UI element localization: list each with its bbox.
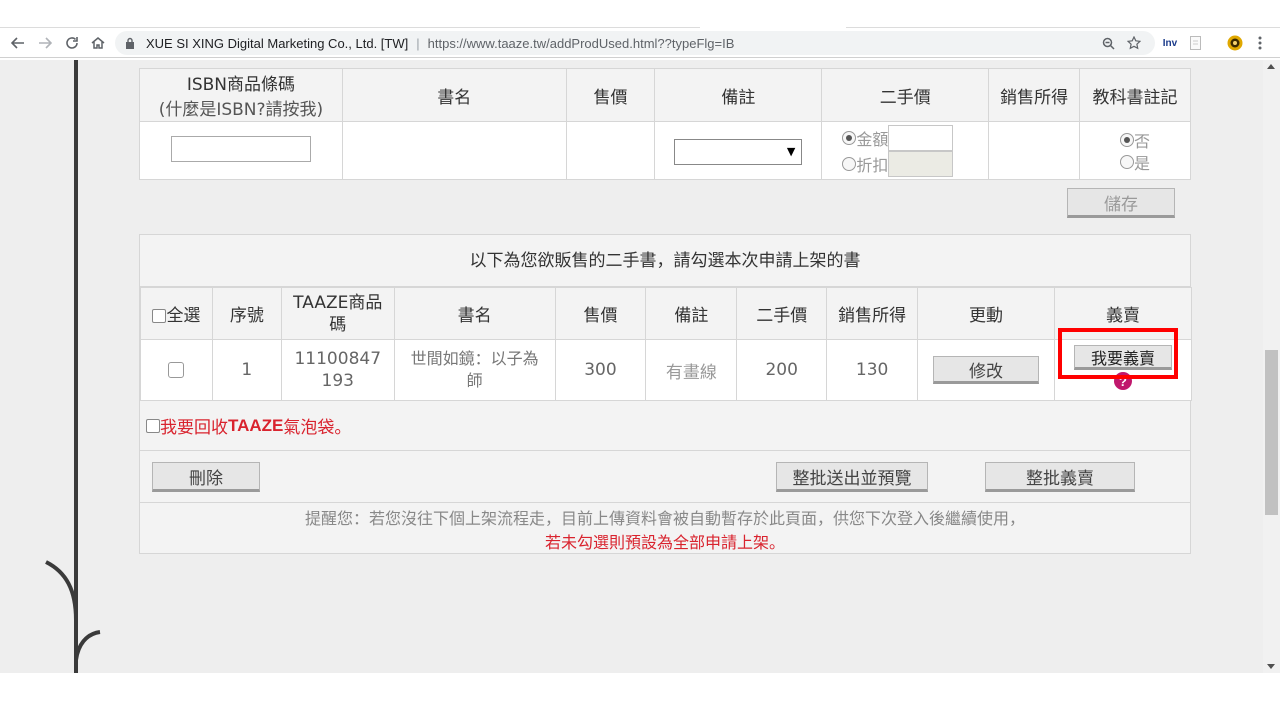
- extension-inv-icon[interactable]: Inv: [1160, 35, 1180, 51]
- reminder-line-1: 提醒您：若您沒往下個上架流程走，目前上傳資料會被自動暫存於此頁面，供您下次登入後…: [304, 509, 1025, 528]
- address-bar[interactable]: XUE SI XING Digital Marketing Co., Ltd. …: [115, 31, 1155, 55]
- browser-toolbar: XUE SI XING Digital Marketing Co., Ltd. …: [0, 28, 1280, 58]
- header-textbook: 教科書註記: [1079, 68, 1191, 122]
- row-select-cell: [140, 339, 213, 401]
- header-sell-price: 售價: [554, 287, 647, 340]
- sell-list-title: 以下為您欲販售的二手書，請勾選本次申請上架的書: [140, 235, 1190, 287]
- discount-radio[interactable]: [842, 156, 857, 171]
- row-sales-income: 130: [826, 339, 919, 401]
- extension-badge-icon[interactable]: [1226, 35, 1244, 51]
- header-select-all: 全選: [140, 287, 213, 340]
- bubble-bag-brand: TAAZE: [228, 415, 284, 435]
- bubble-bag-prefix: 我要回收: [160, 418, 228, 438]
- row-modify-cell: 修改: [917, 339, 1055, 401]
- header-price: 售價: [565, 68, 656, 122]
- amount-radio-label: 金額: [856, 129, 889, 149]
- textbook-yes-label: 是: [1134, 153, 1151, 173]
- sell-list-table: 全選 序號 TAAZE商品碼 書名 售價 備註 二手價 銷售所得 更動 義賣 1…: [140, 287, 1193, 401]
- textbook-yes-radio[interactable]: [1120, 154, 1135, 169]
- scroll-down-arrow-icon[interactable]: [1267, 664, 1275, 669]
- header-isbn: ISBN商品條碼 (什麼是ISBN?請按我): [139, 68, 343, 122]
- forward-arrow-icon[interactable]: [35, 33, 55, 53]
- reload-icon[interactable]: [62, 33, 82, 53]
- bubble-bag-option: 我要回收 TAAZE 氣泡袋。: [146, 413, 351, 438]
- discount-radio-label: 折扣: [856, 155, 889, 175]
- isbn-input[interactable]: [170, 135, 311, 162]
- header-sell-remark: 備註: [645, 287, 738, 340]
- upload-form-table: ISBN商品條碼 (什麼是ISBN?請按我) 書名 售價 備註 二手價 銷售所得…: [139, 68, 1191, 180]
- row-book-title: 世間如鏡：以子為師: [393, 339, 556, 401]
- what-is-isbn-link[interactable]: (什麼是ISBN?請按我): [142, 95, 340, 120]
- sales-income-cell: [988, 121, 1081, 180]
- textbook-cell: 否 是: [1079, 121, 1191, 180]
- table-row: 1 11100847193 世間如鏡：以子為師 300 有畫線 200 130 …: [140, 339, 1193, 401]
- address-separator: |: [416, 35, 420, 51]
- delete-button[interactable]: 刪除: [152, 462, 260, 492]
- tab-strip: [0, 0, 1280, 28]
- reminder-line-2: 若未勾選則預設為全部申請上架。: [544, 533, 785, 552]
- header-remark: 備註: [654, 68, 823, 122]
- save-button[interactable]: 儲存: [1067, 188, 1175, 218]
- highlight-box: [1058, 328, 1178, 379]
- bubble-bag-checkbox[interactable]: [146, 418, 160, 433]
- select-all-checkbox[interactable]: [152, 309, 167, 323]
- bottom-blank-area: [0, 673, 1280, 720]
- remark-cell: ▼: [654, 121, 823, 180]
- decorative-vine-graphic: [45, 60, 101, 673]
- discount-input[interactable]: [888, 150, 954, 177]
- textbook-no-label: 否: [1134, 131, 1151, 151]
- header-used-price: 二手價: [821, 68, 990, 122]
- extension-page-icon[interactable]: [1188, 35, 1202, 51]
- textbook-no-radio[interactable]: [1120, 132, 1135, 147]
- row-taaze-code: 11100847193: [280, 339, 395, 401]
- bookmark-star-icon[interactable]: [1126, 35, 1142, 51]
- used-price-cell: 金額 折扣: [821, 121, 990, 180]
- header-sell-used-price: 二手價: [736, 287, 828, 340]
- zoom-icon[interactable]: [1100, 35, 1116, 51]
- header-sell-income: 銷售所得: [826, 287, 919, 340]
- price-cell: [565, 121, 656, 180]
- bubble-bag-suffix: 氣泡袋。: [283, 418, 352, 438]
- menu-kebab-icon[interactable]: [1254, 35, 1266, 51]
- batch-charity-button[interactable]: 整批義賣: [985, 462, 1135, 492]
- header-taaze-code: TAAZE商品碼: [280, 287, 395, 340]
- page-url: https://www.taaze.tw/addProdUsed.html??t…: [427, 35, 735, 51]
- amount-radio[interactable]: [842, 130, 857, 145]
- title-cell: [341, 121, 567, 180]
- site-identity: XUE SI XING Digital Marketing Co., Ltd. …: [146, 35, 409, 51]
- header-title: 書名: [341, 68, 567, 122]
- reminder-text: 提醒您：若您沒往下個上架流程走，目前上傳資料會被自動暫存於此頁面，供您下次登入後…: [140, 507, 1190, 555]
- dropdown-arrow-icon: ▼: [786, 145, 796, 158]
- header-modify: 更動: [917, 287, 1055, 340]
- row-seq: 1: [211, 339, 282, 401]
- page-viewport: ISBN商品條碼 (什麼是ISBN?請按我) 書名 售價 備註 二手價 銷售所得…: [0, 60, 1280, 673]
- row-checkbox[interactable]: [168, 362, 185, 378]
- select-all-label: 全選: [166, 306, 201, 326]
- modify-button[interactable]: 修改: [933, 356, 1040, 384]
- row-remark: 有畫線: [645, 339, 738, 401]
- row-price: 300: [554, 339, 647, 401]
- batch-submit-preview-button[interactable]: 整批送出並預覽: [776, 462, 928, 492]
- amount-input[interactable]: [888, 124, 954, 151]
- browser-chrome: XUE SI XING Digital Marketing Co., Ltd. …: [0, 0, 1280, 60]
- row-used-price: 200: [736, 339, 828, 401]
- isbn-cell: [139, 121, 343, 180]
- header-seq: 序號: [211, 287, 282, 340]
- scrollbar-thumb[interactable]: [1265, 350, 1278, 515]
- lock-icon: [125, 37, 141, 49]
- sell-list-panel: 以下為您欲販售的二手書，請勾選本次申請上架的書 全選 序號 TAAZE商品碼 書…: [139, 234, 1193, 555]
- header-isbn-label: ISBN商品條碼: [186, 75, 296, 95]
- home-icon[interactable]: [88, 33, 108, 53]
- back-arrow-icon[interactable]: [8, 33, 28, 53]
- page-scrollbar[interactable]: [1263, 60, 1280, 673]
- scroll-up-arrow-icon[interactable]: [1267, 64, 1275, 69]
- header-book-title: 書名: [393, 287, 556, 340]
- remark-select[interactable]: ▼: [674, 138, 803, 165]
- header-sales-income: 銷售所得: [988, 68, 1081, 122]
